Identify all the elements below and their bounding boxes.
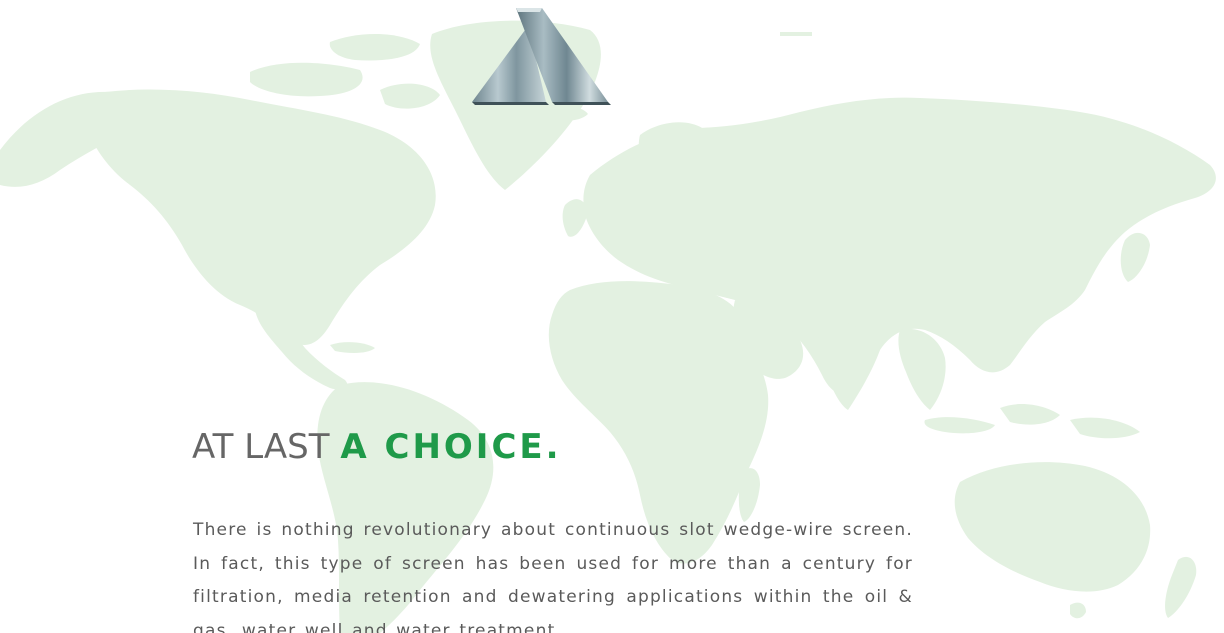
page-headline: AT LAST A CHOICE. [192,424,562,470]
company-logo-icon [472,8,611,105]
intro-paragraph: There is nothing revolutionary about con… [193,520,913,633]
headline-accent: A CHOICE. [340,427,562,467]
headline-plain: AT LAST [192,427,330,467]
hero-section: AT LAST A CHOICE. There is nothing revol… [0,0,1224,633]
